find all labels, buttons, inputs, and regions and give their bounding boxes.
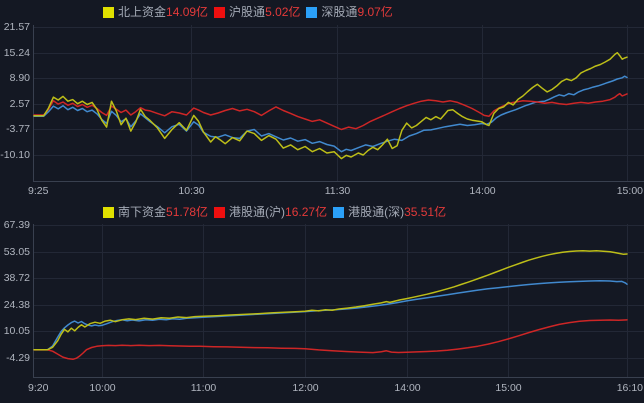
series-line (34, 320, 627, 359)
legend-series-name: 南下资金 (118, 205, 166, 219)
x-tick-label: 10:30 (162, 185, 222, 198)
southbound-series-swatch-icon (103, 207, 114, 218)
x-tick-label: 11:30 (308, 185, 368, 198)
x-tick-label: 11:00 (174, 382, 234, 395)
legend-item-hk-connect-sh[interactable]: 港股通(沪)16.27亿 (214, 205, 327, 219)
legend-series-value: 16.27亿 (285, 205, 327, 219)
legend-series-name: 沪股通 (229, 5, 265, 19)
hk-connect-sz-swatch-icon (333, 207, 344, 218)
legend-item-southbound[interactable]: 南下资金51.78亿 (103, 205, 208, 219)
legend-item-hk-connect-sz[interactable]: 港股通(深)35.51亿 (333, 205, 446, 219)
capital-flow-screen: 北上资金14.09亿 沪股通5.02亿 深股通9.07亿 南下资金51.78亿 … (0, 0, 644, 403)
legend-series-value: 5.02亿 (265, 5, 300, 19)
southbound-chart-canvas[interactable] (0, 0, 644, 403)
y-tick-label: 8.90 (0, 72, 30, 85)
x-tick-label: 10:00 (73, 382, 133, 395)
x-tick-label: 16:10 (583, 382, 643, 395)
series-line (34, 251, 627, 350)
x-tick-label: 14:00 (378, 382, 438, 395)
legend-item-shenzhen-connect[interactable]: 深股通9.07亿 (306, 5, 392, 19)
legend-series-name: 港股通(沪) (229, 205, 285, 219)
northbound-series-swatch-icon (103, 7, 114, 18)
y-tick-label: -4.29 (0, 352, 30, 365)
legend-series-value: 14.09亿 (166, 5, 208, 19)
legend-series-name: 深股通 (321, 5, 357, 19)
legend-series-value: 51.78亿 (166, 205, 208, 219)
legend-series-value: 35.51亿 (404, 205, 446, 219)
y-tick-label: 38.72 (0, 272, 30, 285)
x-tick-label: 15:00 (583, 185, 643, 198)
x-tick-label: 9:25 (28, 185, 88, 198)
y-tick-label: 15.24 (0, 47, 30, 60)
shanghai-connect-swatch-icon (214, 7, 225, 18)
y-tick-label: -10.10 (0, 149, 30, 162)
legend-item-shanghai-connect[interactable]: 沪股通5.02亿 (214, 5, 300, 19)
y-tick-label: 21.57 (0, 21, 30, 34)
shenzhen-connect-swatch-icon (306, 7, 317, 18)
x-tick-label: 15:00 (479, 382, 539, 395)
southbound-legend: 南下资金51.78亿 港股通(沪)16.27亿 港股通(深)35.51亿 (103, 205, 446, 219)
northbound-legend: 北上资金14.09亿 沪股通5.02亿 深股通9.07亿 (103, 5, 393, 19)
x-tick-label: 12:00 (276, 382, 336, 395)
legend-item-northbound[interactable]: 北上资金14.09亿 (103, 5, 208, 19)
y-tick-label: 53.05 (0, 246, 30, 259)
x-tick-label: 14:00 (453, 185, 513, 198)
y-tick-label: 24.38 (0, 299, 30, 312)
legend-series-name: 港股通(深) (348, 205, 404, 219)
legend-series-name: 北上资金 (118, 5, 166, 19)
hk-connect-sh-swatch-icon (214, 207, 225, 218)
series-line (34, 281, 627, 350)
legend-series-value: 9.07亿 (357, 5, 392, 19)
y-tick-label: 67.39 (0, 219, 30, 232)
y-tick-label: -3.77 (0, 123, 30, 136)
y-tick-label: 10.05 (0, 325, 30, 338)
y-tick-label: 2.57 (0, 98, 30, 111)
